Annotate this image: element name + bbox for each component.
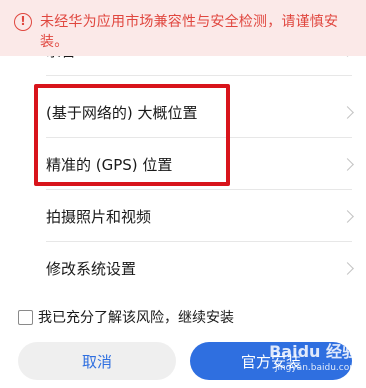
warning-text: 未经华为应用市场兼容性与安全检测，请谨慎安装。 xyxy=(40,14,339,50)
chevron-right-icon xyxy=(341,105,354,119)
chevron-right-icon xyxy=(341,209,354,223)
official-install-button[interactable]: 官方安装 xyxy=(190,342,352,380)
risk-consent[interactable]: 我已充分了解该风险，继续安装 xyxy=(18,307,234,327)
chevron-right-icon xyxy=(341,157,354,171)
permission-item-modify-settings[interactable]: 修改系统设置 xyxy=(0,242,366,294)
cancel-button[interactable]: 取消 xyxy=(18,342,176,380)
permission-item-precise-location[interactable]: 精准的 (GPS) 位置 xyxy=(0,138,366,190)
consent-checkbox[interactable] xyxy=(18,309,33,325)
permission-label: 修改系统设置 xyxy=(46,259,137,278)
security-warning-banner: ! 未经华为应用市场兼容性与安全检测，请谨慎安装。 xyxy=(0,0,366,56)
consent-label: 我已充分了解该风险，继续安装 xyxy=(38,310,234,326)
permission-item-approximate-location[interactable]: (基于网络的) 大概位置 xyxy=(0,86,366,138)
divider xyxy=(46,75,352,76)
permission-label: (基于网络的) 大概位置 xyxy=(46,103,198,122)
permission-item-camera[interactable]: 拍摄照片和视频 xyxy=(0,190,366,242)
exclamation-circle-icon: ! xyxy=(14,13,32,31)
chevron-right-icon xyxy=(341,261,354,275)
permission-label: 精准的 (GPS) 位置 xyxy=(46,155,173,174)
permission-label: 拍摄照片和视频 xyxy=(46,207,152,226)
